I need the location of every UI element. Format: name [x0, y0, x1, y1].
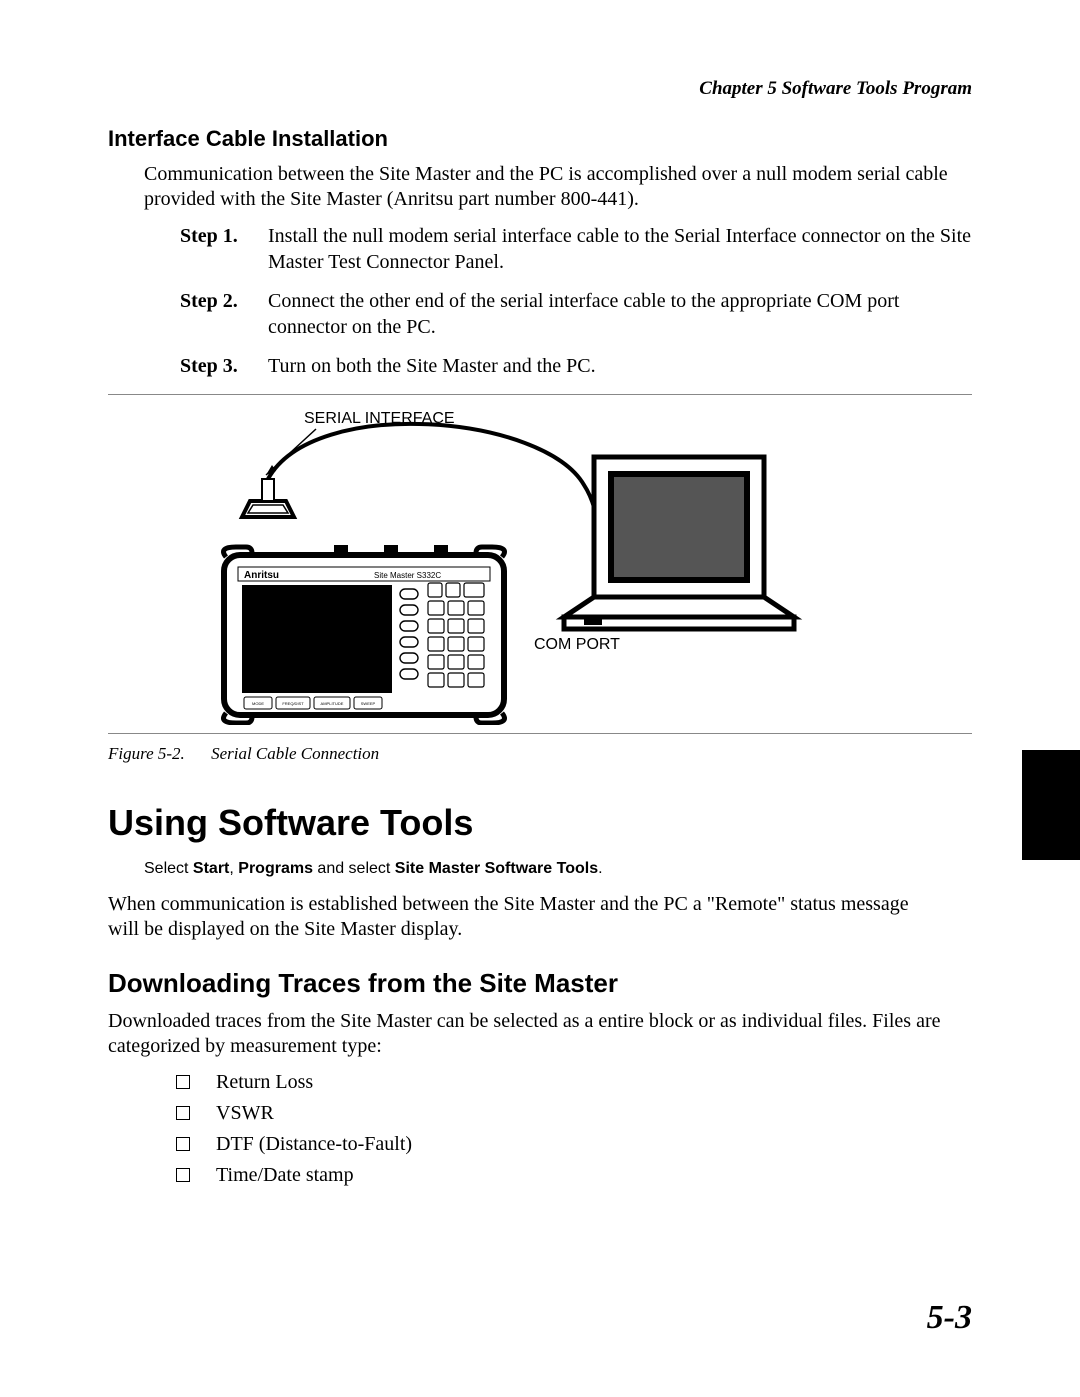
steps-list: Step 1. Install the null modem serial in…: [144, 224, 972, 380]
bullet-text: Return Loss: [216, 1071, 313, 1094]
menu-programs: Programs: [238, 860, 313, 877]
step-label: Step 3.: [144, 354, 260, 380]
bullet-list: Return Loss VSWR DTF (Distance-to-Fault)…: [176, 1071, 972, 1187]
laptop-icon: [564, 457, 794, 629]
figure-rule-top: [108, 394, 972, 395]
figure-rule-bottom: [108, 733, 972, 734]
com-port-label: COM PORT: [534, 636, 620, 653]
step-label: Step 2.: [144, 289, 260, 315]
section-heading-interface-cable: Interface Cable Installation: [108, 126, 972, 152]
figure-caption: Figure 5-2. Serial Cable Connection: [108, 744, 972, 764]
bullet-text: DTF (Distance-to-Fault): [216, 1133, 412, 1156]
section1-body: Communication between the Site Master an…: [144, 162, 972, 380]
svg-text:SWEEP: SWEEP: [361, 701, 376, 706]
menu-app-name: Site Master Software Tools: [395, 860, 598, 877]
bullet-item: Return Loss: [176, 1071, 972, 1094]
figure-illustration: SERIAL INTERFACE: [164, 405, 804, 725]
figure-5-2: SERIAL INTERFACE: [108, 394, 972, 764]
bullet-item: VSWR: [176, 1102, 972, 1125]
figure-caption-number: Figure 5-2.: [108, 744, 185, 763]
menu-text: and select: [313, 860, 395, 877]
section2-para: When communication is established betwee…: [108, 892, 912, 942]
checkbox-icon: [176, 1137, 190, 1151]
step-text: Turn on both the Site Master and the PC.: [260, 354, 972, 380]
serial-connector-icon: [242, 479, 294, 517]
svg-text:Site Master S332C: Site Master S332C: [374, 571, 441, 580]
menu-text: .: [598, 860, 602, 877]
heading-downloading-traces: Downloading Traces from the Site Master: [108, 968, 972, 999]
chapter-thumb-tab: [1022, 750, 1080, 860]
page-number: 5-3: [927, 1299, 972, 1337]
bullet-item: DTF (Distance-to-Fault): [176, 1133, 972, 1156]
svg-text:Anritsu: Anritsu: [244, 570, 279, 581]
heading-using-software-tools: Using Software Tools: [108, 802, 972, 844]
step-row: Step 1. Install the null modem serial in…: [144, 224, 972, 275]
checkbox-icon: [176, 1075, 190, 1089]
figure-caption-text: Serial Cable Connection: [211, 744, 379, 763]
svg-text:AMPLITUDE: AMPLITUDE: [321, 701, 344, 706]
site-master-device-icon: Anritsu Site Master S332C MODE FREQ/DIST…: [224, 545, 505, 723]
menu-instruction: Select Start, Programs and select Site M…: [144, 860, 972, 878]
page: Chapter 5 Software Tools Program Interfa…: [0, 0, 1080, 1397]
section1-intro: Communication between the Site Master an…: [144, 162, 972, 212]
checkbox-icon: [176, 1106, 190, 1120]
step-label: Step 1.: [144, 224, 260, 250]
svg-text:MODE: MODE: [252, 701, 264, 706]
svg-text:FREQ/DIST: FREQ/DIST: [282, 701, 304, 706]
menu-start: Start: [193, 860, 229, 877]
section3-intro: Downloaded traces from the Site Master c…: [108, 1009, 972, 1059]
menu-text: Select: [144, 860, 193, 877]
step-row: Step 2. Connect the other end of the ser…: [144, 289, 972, 340]
step-text: Install the null modem serial interface …: [260, 224, 972, 275]
bullet-item: Time/Date stamp: [176, 1164, 972, 1187]
bullet-text: VSWR: [216, 1102, 274, 1125]
menu-text: ,: [229, 860, 238, 877]
running-head: Chapter 5 Software Tools Program: [108, 78, 972, 100]
checkbox-icon: [176, 1168, 190, 1182]
step-text: Connect the other end of the serial inte…: [260, 289, 972, 340]
step-row: Step 3. Turn on both the Site Master and…: [144, 354, 972, 380]
bullet-text: Time/Date stamp: [216, 1164, 354, 1187]
